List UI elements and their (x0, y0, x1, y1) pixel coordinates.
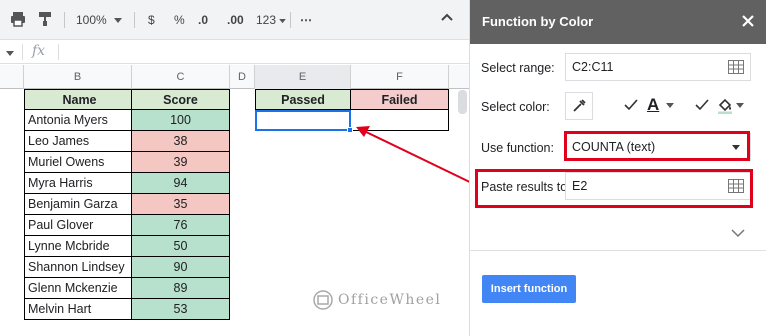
name-cell[interactable]: Myra Harris (24, 173, 132, 194)
chevron-down-icon[interactable] (666, 103, 674, 109)
grid-range-icon[interactable] (728, 60, 744, 77)
chevron-down-icon[interactable] (736, 103, 744, 109)
font-color-icon[interactable]: A (647, 95, 659, 115)
currency-format-button[interactable]: $ (148, 11, 155, 29)
chevron-up-icon[interactable] (440, 11, 458, 29)
insert-function-button[interactable]: Insert function (482, 275, 576, 303)
number-format-label: 123 (256, 13, 277, 27)
watermark: OfficeWheel (312, 287, 441, 313)
fill-handle[interactable] (347, 127, 353, 133)
column-header-d[interactable]: D (230, 65, 255, 89)
header-cell-failed[interactable]: Failed (351, 89, 449, 110)
score-cell[interactable]: 100 (132, 110, 230, 131)
eyedropper-button[interactable] (565, 92, 593, 120)
decrease-decimals-button[interactable]: .0 (198, 11, 208, 29)
chevron-down-icon (732, 145, 740, 150)
column-header-c[interactable]: C (132, 65, 230, 89)
paste-results-label: Paste results to: (481, 180, 571, 194)
percent-format-button[interactable]: % (174, 11, 185, 29)
close-icon[interactable] (741, 14, 755, 28)
eyedropper-icon (573, 99, 586, 112)
score-cell[interactable]: 53 (132, 299, 230, 320)
more-icon[interactable]: ⋯ (300, 11, 312, 29)
chevron-down-icon (114, 18, 123, 23)
chevron-down-icon[interactable] (6, 46, 14, 60)
name-cell[interactable]: Paul Glover (24, 215, 132, 236)
use-function-label: Use function: (481, 141, 554, 155)
watermark-text: OfficeWheel (338, 292, 442, 308)
grid-range-icon[interactable] (728, 179, 744, 196)
use-function-value: COUNTA (text) (572, 140, 656, 154)
paste-results-field[interactable]: E2 (565, 172, 751, 200)
header-cell-name[interactable]: Name (24, 89, 132, 110)
name-cell[interactable]: Shannon Lindsey (24, 257, 132, 278)
corner-cell[interactable] (0, 65, 24, 89)
select-range-field[interactable]: C2:C11 (565, 53, 751, 81)
panel-header: Function by Color (470, 0, 766, 44)
column-header-b[interactable]: B (24, 65, 132, 89)
score-cell[interactable]: 39 (132, 152, 230, 173)
cell-e2[interactable] (255, 110, 351, 131)
panel-title: Function by Color (482, 14, 594, 29)
zoom-value: 100% (76, 13, 107, 27)
paint-format-icon[interactable] (38, 11, 52, 29)
header-cell-score[interactable]: Score (132, 89, 230, 110)
select-range-label: Select range: (481, 61, 555, 75)
name-cell[interactable]: Lynne Mcbride (24, 236, 132, 257)
select-color-label: Select color: (481, 100, 550, 114)
score-cell[interactable]: 89 (132, 278, 230, 299)
name-cell[interactable]: Muriel Owens (24, 152, 132, 173)
zoom-select[interactable]: 100% (76, 11, 123, 29)
print-icon[interactable] (10, 11, 26, 29)
vertical-scrollbar[interactable] (458, 90, 467, 114)
score-cell[interactable]: 38 (132, 131, 230, 152)
score-cell[interactable]: 35 (132, 194, 230, 215)
checkbox-icon[interactable] (695, 99, 709, 111)
fx-icon: fx (32, 43, 46, 59)
name-cell[interactable]: Melvin Hart (24, 299, 132, 320)
score-cell[interactable]: 90 (132, 257, 230, 278)
score-cell[interactable]: 76 (132, 215, 230, 236)
score-cell[interactable]: 50 (132, 236, 230, 257)
column-header-f[interactable]: F (351, 65, 449, 89)
name-cell[interactable]: Glenn Mckenzie (24, 278, 132, 299)
column-header-e[interactable]: E (255, 65, 351, 89)
name-cell[interactable]: Antonia Myers (24, 110, 132, 131)
cell-f2[interactable] (351, 110, 449, 131)
chevron-down-icon (279, 19, 287, 24)
header-cell-passed[interactable]: Passed (255, 89, 351, 110)
select-range-value: C2:C11 (572, 60, 614, 74)
name-cell[interactable]: Leo James (24, 131, 132, 152)
expand-icon[interactable] (731, 229, 745, 238)
fill-color-icon[interactable] (716, 96, 734, 114)
column-headers: B C D E F (0, 65, 470, 89)
checkbox-icon[interactable] (624, 99, 638, 111)
paste-results-value: E2 (572, 179, 588, 193)
increase-decimals-button[interactable]: .00 (227, 11, 244, 29)
formula-bar: fx (0, 40, 470, 64)
name-cell[interactable]: Benjamin Garza (24, 194, 132, 215)
use-function-select[interactable]: COUNTA (text) (565, 133, 751, 161)
number-format-select[interactable]: 123 (256, 11, 287, 29)
watermark-logo-icon (313, 290, 333, 310)
score-cell[interactable]: 94 (132, 173, 230, 194)
toolbar: 100% $ % .0 .00 123 ⋯ (0, 0, 470, 40)
